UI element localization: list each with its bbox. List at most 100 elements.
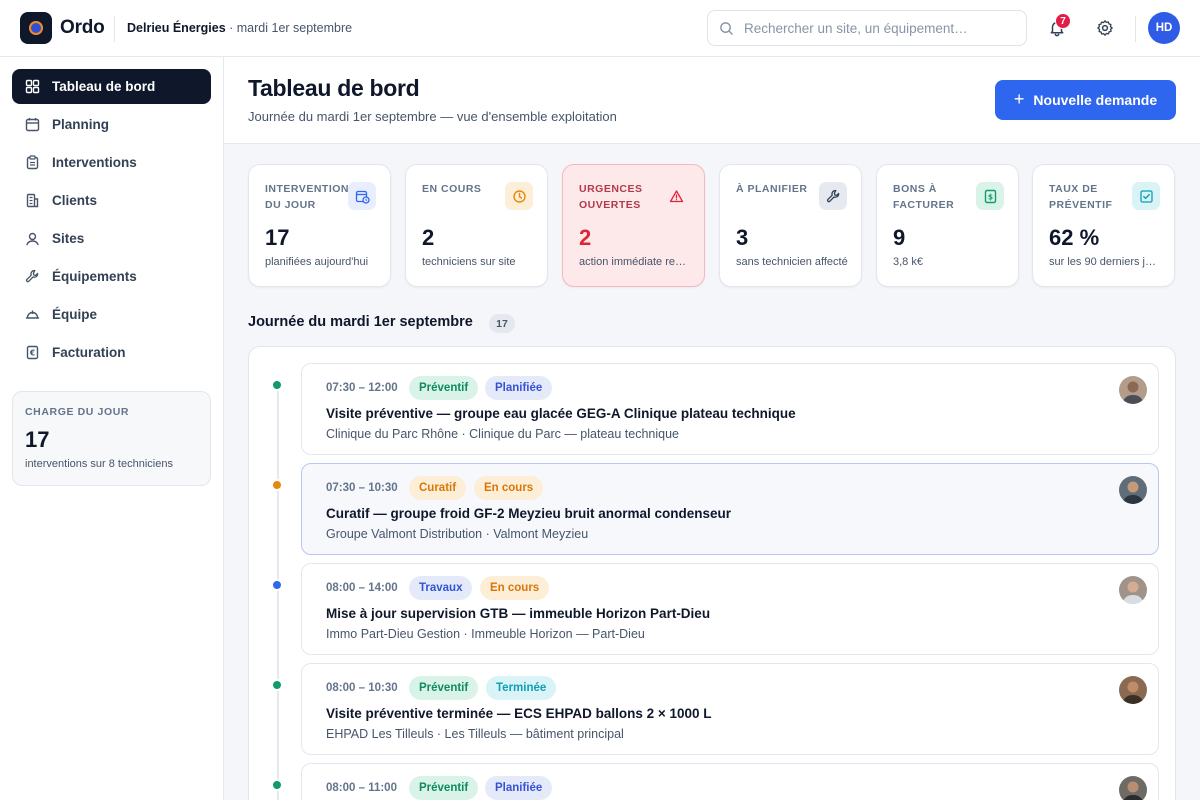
technician-avatar[interactable] [1119, 576, 1147, 604]
sidebar-item-label: Sites [52, 231, 85, 246]
daily-load-sub: interventions sur 8 techniciens [25, 458, 173, 470]
sidebar-item-sites[interactable]: Sites [12, 221, 211, 256]
sidebar-item-interventions[interactable]: Interventions [12, 145, 211, 180]
intervention-location: Groupe Valmont Distribution · Valmont Me… [326, 527, 589, 541]
intervention-time: 07:30 – 10:30 [326, 482, 398, 494]
sidebar-item-equipements[interactable]: Équipements [12, 259, 211, 294]
status-badge: En cours [480, 576, 550, 600]
euro-icon: € [24, 345, 40, 361]
plus-icon: + [1013, 88, 1025, 109]
pin-icon [24, 231, 40, 247]
settings-button[interactable] [1091, 14, 1119, 42]
status-badge: Planifiée [485, 376, 553, 400]
timeline-dot [271, 679, 283, 691]
timeline-dot [271, 479, 283, 491]
day-section-title: Journée du mardi 1er septembre [248, 314, 473, 330]
calendar-icon [24, 117, 40, 133]
intervention-title: Visite préventive — groupe eau glacée GE… [326, 406, 796, 421]
calendar-clock-icon [348, 182, 376, 210]
intervention-card[interactable]: 07:30 – 10:30 Curatif En cours Curatif —… [301, 463, 1159, 555]
technician-avatar[interactable] [1119, 776, 1147, 800]
timeline-dot [271, 579, 283, 591]
notification-count-badge: 7 [1055, 13, 1071, 29]
sidebar-item-label: Clients [52, 193, 98, 208]
intervention-card[interactable]: 08:00 – 14:00 Travaux En cours Mise à jo… [301, 563, 1159, 655]
sidebar-item-planning[interactable]: Planning [12, 107, 211, 142]
sidebar-item-label: Planning [52, 117, 109, 132]
kpi-taux-de-preventif[interactable]: TAUX DE PRÉVENTIF 62 % sur les 90 dernie… [1032, 164, 1175, 287]
wrench-icon [24, 269, 40, 285]
type-badge: Préventif [409, 776, 479, 800]
app-logo[interactable] [20, 12, 52, 44]
sidebar-item-facturation[interactable]: € Facturation [12, 335, 211, 370]
timeline-line [277, 385, 279, 800]
intervention-card[interactable]: 07:30 – 12:00 Préventif Planifiée Visite… [301, 363, 1159, 455]
dashboard-icon [24, 79, 40, 95]
new-request-button[interactable]: + Nouvelle demande [995, 80, 1176, 120]
sidebar-item-label: Tableau de bord [52, 79, 156, 94]
kpi-value: 2 [422, 225, 435, 250]
sidebar-item-label: Facturation [52, 345, 126, 360]
type-badge: Curatif [409, 476, 467, 500]
technician-avatar[interactable] [1119, 376, 1147, 404]
user-avatar[interactable]: HD [1148, 12, 1180, 44]
kpi-bons-a-facturer[interactable]: BONS À FACTURER $ 9 3,8 k€ [876, 164, 1019, 287]
kpi-a-planifier[interactable]: À PLANIFIER 3 sans technicien affecté [719, 164, 862, 287]
technician-avatar[interactable] [1119, 476, 1147, 504]
sidebar-item-label: Équipements [52, 269, 137, 284]
intervention-title: Visite préventive terminée — ECS EHPAD b… [326, 706, 712, 721]
kpi-en-cours[interactable]: EN COURS 2 techniciens sur site [405, 164, 548, 287]
daily-load-value: 17 [25, 427, 50, 452]
type-badge: Préventif [409, 376, 479, 400]
type-badge: Préventif [409, 676, 479, 700]
intervention-title: Mise à jour supervision GTB — immeuble H… [326, 606, 711, 621]
intervention-card[interactable]: 08:00 – 10:30 Préventif Terminée Visite … [301, 663, 1159, 755]
sidebar-item-equipe[interactable]: Équipe [12, 297, 211, 332]
company-date: Delrieu Énergies · mardi 1er septembre [127, 21, 352, 35]
kpi-value: 62 % [1049, 225, 1100, 250]
kpi-description: action immédiate requise [579, 256, 691, 268]
sidebar-item-label: Interventions [52, 155, 137, 170]
status-badge: Terminée [486, 676, 557, 700]
search-input[interactable] [744, 11, 1020, 45]
page-header: Tableau de bord Journée du mardi 1er sep… [224, 57, 1200, 144]
intervention-title: Curatif — groupe froid GF-2 Meyzieu brui… [326, 506, 732, 521]
kpi-value: 2 [579, 225, 592, 250]
intervention-location: Clinique du Parc Rhône · Clinique du Par… [326, 427, 679, 441]
intervention-card[interactable]: 08:00 – 11:00 Préventif Planifiée [301, 763, 1159, 800]
sidebar-item-tableau-de-bord[interactable]: Tableau de bord [12, 69, 211, 104]
search-box[interactable] [707, 10, 1027, 46]
daily-load-label: CHARGE DU JOUR [25, 406, 130, 418]
intervention-location: EHPAD Les Tilleuls · Les Tilleuls — bâti… [326, 727, 624, 741]
gear-icon [1097, 20, 1113, 36]
current-date: · mardi 1er septembre [225, 21, 353, 35]
sidebar-item-label: Équipe [52, 307, 98, 322]
building-icon [24, 193, 40, 209]
new-request-label: Nouvelle demande [1033, 92, 1158, 108]
company-name: Delrieu Énergies [127, 21, 226, 35]
clipboard-icon [24, 155, 40, 171]
intervention-time: 08:00 – 14:00 [326, 582, 398, 594]
kpi-value: 9 [893, 225, 906, 250]
kpi-interventions-du-jour[interactable]: INTERVENTIONS DU JOUR 17 planifiées aujo… [248, 164, 391, 287]
technician-avatar[interactable] [1119, 676, 1147, 704]
kpi-urgences-ouvertes[interactable]: URGENCES OUVERTES 2 action immédiate req… [562, 164, 705, 287]
kpi-description: 3,8 k€ [893, 256, 923, 268]
timeline-dot [271, 779, 283, 791]
helmet-icon [24, 307, 40, 323]
status-badge: En cours [474, 476, 544, 500]
sidebar-item-clients[interactable]: Clients [12, 183, 211, 218]
kpi-description: planifiées aujourd'hui [265, 256, 369, 268]
timeline-dot [271, 379, 283, 391]
intervention-time: 07:30 – 12:00 [326, 382, 398, 394]
kpi-value: 17 [265, 225, 290, 250]
status-badge: Planifiée [485, 776, 553, 800]
kpi-description: sur les 90 derniers jours [1049, 256, 1161, 268]
top-bar: Ordo Delrieu Énergies · mardi 1er septem… [0, 0, 1200, 57]
type-badge: Travaux [409, 576, 473, 600]
kpi-description: sans technicien affecté [736, 256, 848, 268]
intervention-time: 08:00 – 10:30 [326, 682, 398, 694]
kpi-value: 3 [736, 225, 749, 250]
logo-mark-icon [29, 21, 43, 35]
intervention-location: Immo Part-Dieu Gestion · Immeuble Horizo… [326, 627, 645, 641]
